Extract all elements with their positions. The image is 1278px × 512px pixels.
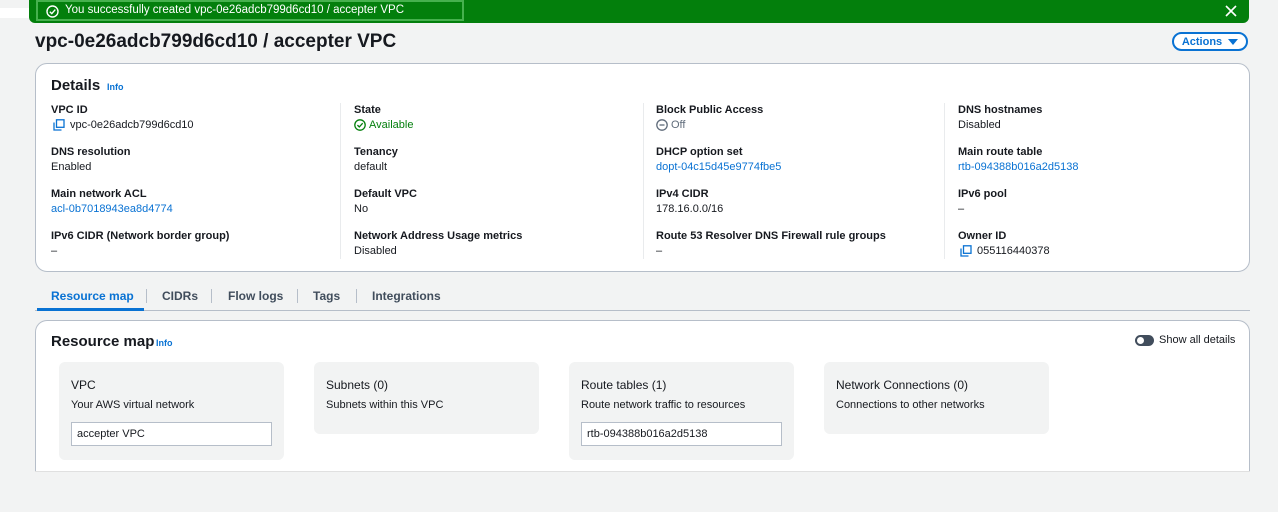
ipv6-pool-value: –	[958, 203, 965, 215]
ipv6-cidr-value: –	[51, 245, 58, 257]
tenancy-label: Tenancy	[354, 146, 398, 158]
subnets-resource-box	[314, 362, 539, 434]
column-divider	[944, 103, 945, 259]
ipv4-cidr-value: 178.16.0.0/16	[656, 203, 724, 215]
owner-id-label: Owner ID	[958, 230, 1007, 242]
flash-message: You successfully created vpc-0e26adcb799…	[65, 4, 405, 16]
actions-button-label: Actions	[1181, 35, 1223, 48]
owner-id-value: 055116440378	[977, 245, 1050, 257]
tabs-baseline	[35, 310, 1250, 311]
column-divider	[643, 103, 644, 259]
left-panel-stub	[0, 8, 30, 18]
tab-tags[interactable]: Tags	[313, 289, 340, 303]
tab-separator	[297, 289, 298, 303]
tab-separator	[146, 289, 147, 303]
network-connections-box-title: Network Connections (0)	[836, 378, 969, 392]
nau-metrics-label: Network Address Usage metrics	[354, 230, 523, 242]
tab-cidrs[interactable]: CIDRs	[162, 289, 198, 303]
resource-map-info-link[interactable]: Info	[156, 338, 173, 348]
ipv6-pool-label: IPv6 pool	[958, 188, 1007, 200]
tenancy-value: default	[354, 161, 388, 173]
status-available-icon	[354, 119, 366, 131]
ipv4-cidr-label: IPv4 CIDR	[656, 188, 709, 200]
state-value: Available	[369, 119, 414, 131]
dhcp-option-set-link[interactable]: dopt-04c15d45e9774fbe5	[656, 161, 781, 173]
dns-hostnames-value: Disabled	[958, 119, 1001, 131]
off-status-icon	[656, 119, 668, 131]
success-check-icon	[46, 5, 59, 18]
toggle-knob	[1137, 337, 1144, 344]
dhcp-option-set-label: DHCP option set	[656, 146, 743, 158]
nau-metrics-value: Disabled	[354, 245, 397, 257]
subnets-box-title: Subnets (0)	[326, 378, 389, 392]
route53-firewall-label: Route 53 Resolver DNS Firewall rule grou…	[656, 230, 886, 242]
subnets-box-subtitle: Subnets within this VPC	[326, 399, 444, 411]
close-icon[interactable]	[1223, 3, 1239, 19]
tab-flow-logs[interactable]: Flow logs	[228, 289, 283, 303]
dns-hostnames-label: DNS hostnames	[958, 104, 1043, 116]
page-title: vpc-0e26adcb799d6cd10 / accepter VPC	[35, 31, 397, 52]
tab-separator	[356, 289, 357, 303]
show-all-details-label: Show all details	[1159, 334, 1236, 346]
route-tables-box-subtitle: Route network traffic to resources	[581, 399, 746, 411]
main-network-acl-label: Main network ACL	[51, 188, 147, 200]
caret-down-icon	[1228, 38, 1239, 45]
state-label: State	[354, 104, 381, 116]
main-route-table-label: Main route table	[958, 146, 1043, 158]
details-heading: Details	[51, 77, 101, 94]
default-vpc-label: Default VPC	[354, 188, 417, 200]
vpc-box-subtitle: Your AWS virtual network	[71, 399, 195, 411]
tab-resource-map[interactable]: Resource map	[51, 289, 134, 303]
block-public-access-label: Block Public Access	[656, 104, 764, 116]
route-table-resource-item[interactable]: rtb-094388b016a2d5138	[581, 422, 782, 446]
default-vpc-value: No	[354, 203, 369, 215]
route53-firewall-value: –	[656, 245, 663, 257]
details-info-link[interactable]: Info	[107, 82, 124, 92]
tab-separator	[211, 289, 212, 303]
copy-icon[interactable]	[960, 245, 972, 257]
network-connections-resource-box	[824, 362, 1049, 434]
main-network-acl-link[interactable]: acl-0b7018943ea8d4774	[51, 203, 173, 215]
network-connections-box-subtitle: Connections to other networks	[836, 399, 985, 411]
column-divider	[340, 103, 341, 259]
active-tab-indicator	[37, 308, 144, 311]
vpc-box-title: VPC	[71, 378, 96, 392]
block-public-access-value: Off	[671, 119, 686, 131]
actions-button[interactable]: Actions	[1172, 32, 1248, 51]
route-tables-box-title: Route tables (1)	[581, 378, 667, 392]
main-route-table-link[interactable]: rtb-094388b016a2d5138	[958, 161, 1079, 173]
tab-integrations[interactable]: Integrations	[372, 289, 441, 303]
vpc-id-value: vpc-0e26adcb799d6cd10	[70, 119, 194, 131]
dns-resolution-label: DNS resolution	[51, 146, 131, 158]
copy-icon[interactable]	[53, 119, 65, 131]
resource-map-heading: Resource map	[51, 333, 155, 350]
dns-resolution-value: Enabled	[51, 161, 92, 173]
resource-map-bottom-edge	[35, 471, 1250, 472]
ipv6-cidr-label: IPv6 CIDR (Network border group)	[51, 230, 230, 242]
vpc-resource-item[interactable]: accepter VPC	[71, 422, 272, 446]
vpc-id-label: VPC ID	[51, 104, 88, 116]
